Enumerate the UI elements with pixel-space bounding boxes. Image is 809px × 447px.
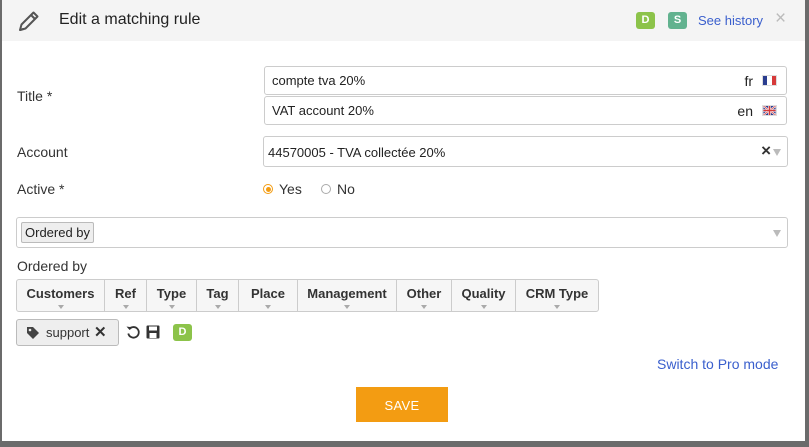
title-fr-lang: fr — [744, 73, 753, 89]
edit-rule-dialog: Edit a matching rule D S See history × T… — [2, 0, 805, 441]
column-quality[interactable]: Quality — [452, 280, 516, 311]
remove-tag-icon[interactable]: ✕ — [94, 323, 107, 341]
caret-down-icon — [122, 305, 129, 309]
column-customers[interactable]: Customers — [17, 280, 105, 311]
column-type[interactable]: Type — [147, 280, 197, 311]
see-history-link[interactable]: See history — [698, 13, 763, 28]
caret-down-icon — [554, 305, 560, 309]
caret-down-icon[interactable] — [773, 230, 781, 237]
account-value: 44570005 - TVA collectée 20% — [268, 145, 446, 160]
flag-fr-icon — [762, 75, 777, 86]
switch-pro-link[interactable]: Switch to Pro mode — [657, 356, 778, 372]
title-fr-input[interactable]: compte tva 20% fr — [264, 66, 787, 95]
caret-down-icon[interactable] — [773, 149, 781, 156]
column-place[interactable]: Place — [239, 280, 298, 311]
dialog-title: Edit a matching rule — [59, 11, 201, 28]
active-yes-label: Yes — [279, 181, 302, 197]
active-no-radio[interactable]: No — [321, 181, 355, 197]
column-crm-type[interactable]: CRM Type — [516, 280, 598, 311]
radio-dot-selected — [263, 184, 273, 194]
clear-icon[interactable]: × — [761, 142, 771, 160]
caret-down-icon — [168, 305, 175, 309]
caret-down-icon — [480, 305, 487, 309]
status-badge-d: D — [636, 12, 655, 29]
ordered-by-label: Ordered by — [17, 258, 88, 274]
title-en-input[interactable]: VAT account 20% en — [264, 96, 787, 125]
caret-down-icon — [265, 305, 271, 309]
caret-down-icon — [344, 305, 350, 309]
radio-dot — [321, 184, 331, 194]
tag-badge-d: D — [173, 324, 192, 341]
tag-icon — [27, 327, 39, 339]
active-yes-radio[interactable]: Yes — [263, 181, 302, 197]
reset-icon[interactable] — [126, 325, 141, 340]
status-badge-s: S — [668, 12, 687, 29]
flag-uk-icon — [762, 105, 777, 116]
caret-down-icon — [214, 305, 221, 309]
active-label: Active * — [17, 181, 65, 197]
tag-support[interactable]: support ✕ — [16, 319, 119, 346]
ordered-by-columns: Customers Ref Type Tag Place Management … — [16, 279, 599, 312]
title-en-value: VAT account 20% — [272, 103, 374, 118]
ordered-by-chip[interactable]: Ordered by — [21, 222, 95, 243]
save-button[interactable]: SAVE — [356, 387, 448, 422]
caret-down-icon — [421, 305, 427, 309]
title-fr-value: compte tva 20% — [272, 73, 366, 88]
column-management[interactable]: Management — [298, 280, 397, 311]
title-label: Title * — [17, 88, 53, 104]
pencil-icon — [19, 11, 39, 31]
account-label: Account — [17, 144, 68, 160]
title-en-lang: en — [737, 103, 753, 119]
account-select[interactable]: 44570005 - TVA collectée 20% × — [263, 136, 788, 167]
ordered-by-select[interactable]: Ordered by — [16, 217, 788, 248]
tag-label: support — [46, 325, 90, 340]
close-icon[interactable]: × — [775, 9, 786, 29]
column-tag[interactable]: Tag — [197, 280, 239, 311]
column-other[interactable]: Other — [397, 280, 452, 311]
caret-down-icon — [57, 305, 64, 309]
save-icon[interactable] — [146, 325, 160, 339]
dialog-header: Edit a matching rule D S See history × — [2, 0, 805, 41]
active-no-label: No — [337, 181, 355, 197]
column-ref[interactable]: Ref — [105, 280, 147, 311]
